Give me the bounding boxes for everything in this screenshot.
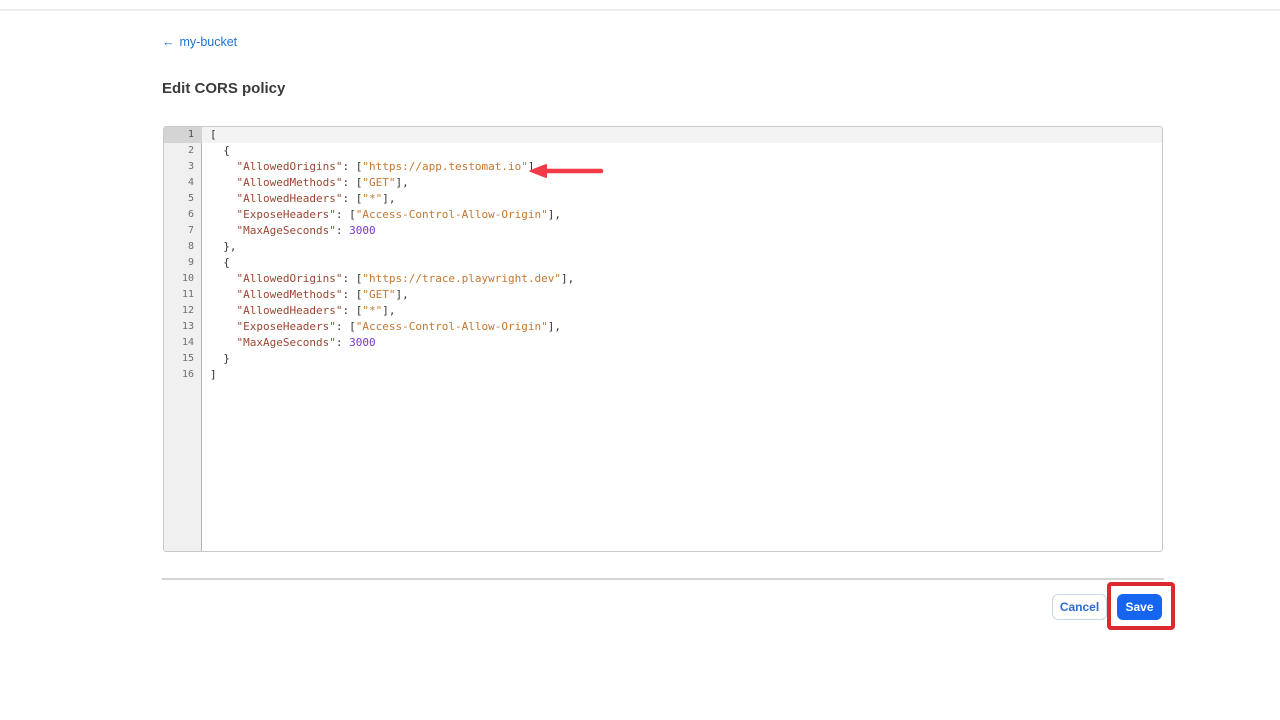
line-number: 14 <box>164 335 202 351</box>
back-link[interactable]: ← my-bucket <box>162 35 237 49</box>
code-line[interactable]: 16] <box>164 367 1162 383</box>
line-number: 6 <box>164 207 202 223</box>
line-number: 1 <box>164 127 202 143</box>
code-line[interactable]: 1[ <box>164 127 1162 143</box>
line-number: 7 <box>164 223 202 239</box>
code-text[interactable]: "MaxAgeSeconds": 3000 <box>202 223 1162 239</box>
code-text[interactable]: { <box>202 143 1162 159</box>
code-text[interactable]: "AllowedOrigins": ["https://trace.playwr… <box>202 271 1162 287</box>
line-number: 4 <box>164 175 202 191</box>
code-text[interactable]: } <box>202 351 1162 367</box>
line-number: 16 <box>164 367 202 383</box>
back-arrow-icon: ← <box>162 35 175 49</box>
back-link-label: my-bucket <box>180 35 238 49</box>
code-line[interactable]: 8 }, <box>164 239 1162 255</box>
code-line[interactable]: 2 { <box>164 143 1162 159</box>
code-text[interactable]: "AllowedMethods": ["GET"], <box>202 175 1162 191</box>
line-number: 8 <box>164 239 202 255</box>
code-text[interactable]: ] <box>202 367 1162 383</box>
cors-policy-editor[interactable]: 1[2 {3 "AllowedOrigins": ["https://app.t… <box>163 126 1163 552</box>
code-text[interactable]: "AllowedMethods": ["GET"], <box>202 287 1162 303</box>
page-title: Edit CORS policy <box>162 80 285 97</box>
code-text[interactable]: "AllowedOrigins": ["https://app.testomat… <box>202 159 1162 175</box>
cancel-button[interactable]: Cancel <box>1052 594 1107 620</box>
code-text[interactable]: }, <box>202 239 1162 255</box>
code-line[interactable]: 14 "MaxAgeSeconds": 3000 <box>164 335 1162 351</box>
footer-divider <box>162 578 1164 580</box>
code-text[interactable]: [ <box>202 127 1162 143</box>
code-line[interactable]: 12 "AllowedHeaders": ["*"], <box>164 303 1162 319</box>
top-divider <box>0 0 1280 11</box>
code-text[interactable]: "ExposeHeaders": ["Access-Control-Allow-… <box>202 319 1162 335</box>
line-number: 15 <box>164 351 202 367</box>
code-line[interactable]: 15 } <box>164 351 1162 367</box>
line-number: 13 <box>164 319 202 335</box>
code-text[interactable]: "MaxAgeSeconds": 3000 <box>202 335 1162 351</box>
line-number: 3 <box>164 159 202 175</box>
line-number: 11 <box>164 287 202 303</box>
code-text[interactable]: "AllowedHeaders": ["*"], <box>202 303 1162 319</box>
line-number: 9 <box>164 255 202 271</box>
code-lines[interactable]: 1[2 {3 "AllowedOrigins": ["https://app.t… <box>164 127 1162 383</box>
code-line[interactable]: 3 "AllowedOrigins": ["https://app.testom… <box>164 159 1162 175</box>
code-line[interactable]: 10 "AllowedOrigins": ["https://trace.pla… <box>164 271 1162 287</box>
code-text[interactable]: { <box>202 255 1162 271</box>
save-button[interactable]: Save <box>1117 594 1162 620</box>
code-line[interactable]: 13 "ExposeHeaders": ["Access-Control-All… <box>164 319 1162 335</box>
line-number: 10 <box>164 271 202 287</box>
code-line[interactable]: 9 { <box>164 255 1162 271</box>
line-number: 5 <box>164 191 202 207</box>
code-line[interactable]: 6 "ExposeHeaders": ["Access-Control-Allo… <box>164 207 1162 223</box>
code-line[interactable]: 5 "AllowedHeaders": ["*"], <box>164 191 1162 207</box>
line-number: 2 <box>164 143 202 159</box>
code-line[interactable]: 11 "AllowedMethods": ["GET"], <box>164 287 1162 303</box>
line-number: 12 <box>164 303 202 319</box>
code-text[interactable]: "ExposeHeaders": ["Access-Control-Allow-… <box>202 207 1162 223</box>
code-line[interactable]: 4 "AllowedMethods": ["GET"], <box>164 175 1162 191</box>
page: ← my-bucket Edit CORS policy 1[2 {3 "All… <box>0 0 1280 720</box>
code-text[interactable]: "AllowedHeaders": ["*"], <box>202 191 1162 207</box>
code-line[interactable]: 7 "MaxAgeSeconds": 3000 <box>164 223 1162 239</box>
